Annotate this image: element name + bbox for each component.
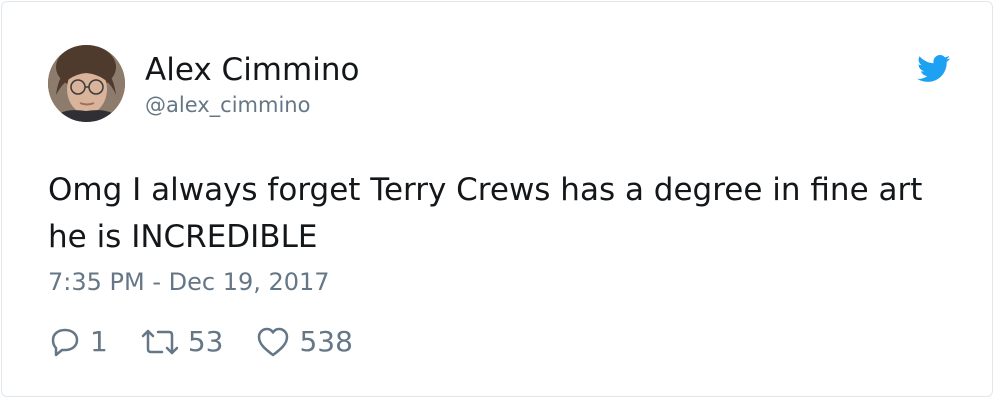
tweet-card[interactable]: Alex Cimmino @alex_cimmino Omg I always … <box>1 1 993 397</box>
reply-icon <box>48 325 82 359</box>
like-count: 538 <box>299 325 353 358</box>
twitter-bird-icon[interactable] <box>917 55 951 83</box>
reply-count: 1 <box>90 325 108 358</box>
retweet-count: 53 <box>187 325 224 358</box>
tweet-text: Omg I always forget Terry Crews has a de… <box>48 172 923 255</box>
avatar[interactable] <box>48 45 125 122</box>
heart-icon <box>255 325 291 359</box>
retweet-button[interactable]: 53 <box>140 325 224 359</box>
user-handle[interactable]: @alex_cimmino <box>145 93 310 117</box>
tweet-actions: 1 53 538 <box>48 322 385 362</box>
reply-button[interactable]: 1 <box>48 325 108 359</box>
retweet-icon <box>140 325 180 359</box>
display-name[interactable]: Alex Cimmino <box>145 52 359 88</box>
tweet-timestamp[interactable]: 7:35 PM - Dec 19, 2017 <box>48 268 330 296</box>
like-button[interactable]: 538 <box>255 325 353 359</box>
